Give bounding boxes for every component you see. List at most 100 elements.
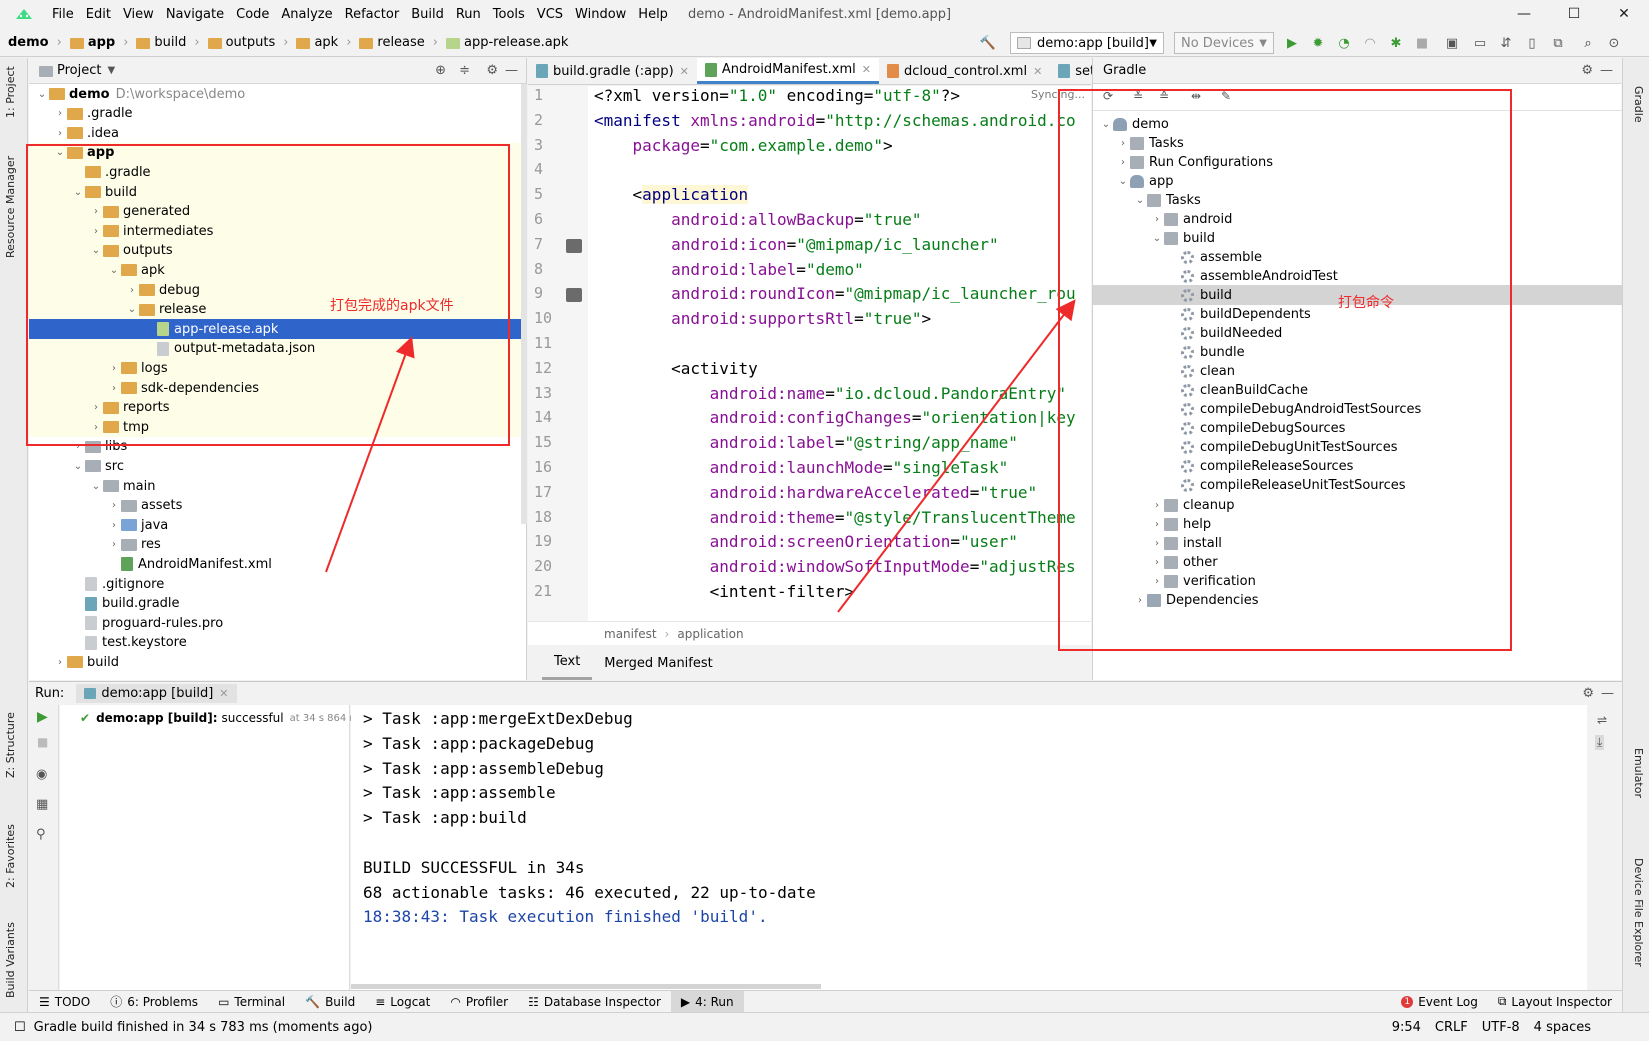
- tool-tab-run[interactable]: ▶ 4: Run: [670, 990, 744, 1013]
- maximize-button[interactable]: ☐: [1549, 0, 1599, 28]
- stop-icon[interactable]: ■: [1414, 35, 1430, 51]
- code-line[interactable]: <activity: [594, 359, 758, 378]
- project-tree-item-src[interactable]: ⌄ src: [29, 456, 527, 476]
- run-console-output[interactable]: > Task :app:mergeExtDexDebug > Task :app:…: [351, 705, 1587, 990]
- project-panel-title[interactable]: Project: [57, 63, 101, 78]
- hide-panel-icon[interactable]: —: [1600, 63, 1613, 78]
- tool-tab-database-inspector[interactable]: ☷ Database Inspector: [518, 991, 671, 1013]
- project-tree-item-androidmanifest-xml[interactable]: AndroidManifest.xml: [29, 554, 527, 574]
- breadcrumb-apk-file[interactable]: app-release.apk: [438, 35, 568, 50]
- tool-tab-logcat[interactable]: ≡ Logcat: [365, 991, 440, 1013]
- breadcrumb-apk[interactable]: apk ›: [288, 35, 351, 50]
- apply-changes-icon[interactable]: ✱: [1388, 35, 1404, 51]
- collapse-all-icon[interactable]: ≑: [459, 63, 470, 78]
- settings-gear-icon[interactable]: ⚙: [486, 63, 498, 78]
- search-icon[interactable]: ⌕: [1580, 35, 1596, 51]
- locate-file-icon[interactable]: ⊕: [435, 63, 446, 78]
- breadcrumb-demo[interactable]: demo ›: [0, 35, 62, 50]
- run-configuration-dropdown[interactable]: demo:app [build] ▼: [1010, 32, 1164, 54]
- code-line[interactable]: android:windowSoftInputMode="adjustRes: [594, 557, 1076, 576]
- breadcrumb-build[interactable]: build ›: [128, 35, 200, 50]
- avd-manager-icon[interactable]: ▭: [1472, 35, 1488, 51]
- pin-icon[interactable]: ⚲: [36, 827, 46, 842]
- menu-help[interactable]: Help: [632, 7, 674, 22]
- tool-tab-structure[interactable]: Z: Structure: [4, 712, 17, 778]
- project-scrollbar[interactable]: [521, 84, 527, 524]
- breadcrumb-release[interactable]: release ›: [351, 35, 438, 50]
- project-tree-item-gradle[interactable]: › .gradle: [29, 104, 527, 124]
- code-editor[interactable]: 1 2 3 4 5 6 7 8 9 10 11 12 13 14 15 16 17 18 19 20 21 <?xml …: [528, 86, 1091, 621]
- menu-edit[interactable]: Edit: [80, 7, 117, 22]
- code-line[interactable]: android:theme="@style/TranslucentTheme: [594, 508, 1076, 527]
- project-tree-item-idea[interactable]: › .idea: [29, 123, 527, 143]
- device-manager-icon[interactable]: ▯: [1524, 35, 1540, 51]
- tool-tab-gradle[interactable]: Gradle: [1632, 86, 1645, 123]
- project-tree-item-main[interactable]: ⌄ main: [29, 476, 527, 496]
- tab-text[interactable]: Text: [542, 646, 593, 680]
- project-tree-item-demo[interactable]: ⌄ demo D:\workspace\demo: [29, 84, 527, 104]
- project-tree-item-gitignore[interactable]: .gitignore: [29, 574, 527, 594]
- tool-tab-emulator[interactable]: Emulator: [1632, 748, 1645, 798]
- line-separator[interactable]: CRLF: [1435, 1020, 1468, 1035]
- run-tree-item[interactable]: ✔ demo:app [build]: successful at 34 s 8…: [80, 711, 364, 725]
- eye-icon[interactable]: ◉: [36, 767, 47, 782]
- indent-setting[interactable]: 4 spaces: [1534, 1020, 1591, 1035]
- breadcrumb-app[interactable]: app ›: [62, 35, 128, 50]
- close-tab-icon[interactable]: ✕: [680, 65, 689, 78]
- code-line[interactable]: package="com.example.demo">: [594, 136, 893, 155]
- tool-tab-todo[interactable]: ☰ TODO: [29, 991, 100, 1013]
- tool-tab-project[interactable]: 1: Project: [4, 66, 17, 118]
- project-tree-item-res[interactable]: › res: [29, 535, 527, 555]
- chevron-down-icon[interactable]: ⌄: [35, 89, 49, 100]
- profile-icon[interactable]: ◔: [1336, 35, 1352, 51]
- project-tree-item-java[interactable]: › java: [29, 515, 527, 535]
- code-line[interactable]: <manifest xmlns:android="http://schemas.…: [594, 111, 1076, 130]
- breadcrumb-manifest[interactable]: manifest: [604, 627, 657, 641]
- tool-tab-device-file-explorer[interactable]: Device File Explorer: [1632, 858, 1645, 967]
- menu-vcs[interactable]: VCS: [531, 7, 569, 22]
- chevron-right-icon[interactable]: ›: [107, 539, 121, 550]
- tool-tab-build[interactable]: 🔨 Build: [295, 991, 365, 1013]
- hide-panel-icon[interactable]: —: [1601, 686, 1614, 701]
- breadcrumb-application[interactable]: application: [677, 627, 743, 641]
- project-tree-item-test-keystore[interactable]: test.keystore: [29, 633, 527, 653]
- menu-run[interactable]: Run: [450, 7, 487, 22]
- menu-refactor[interactable]: Refactor: [339, 7, 406, 22]
- menu-navigate[interactable]: Navigate: [160, 7, 230, 22]
- attach-debugger-icon[interactable]: ◠: [1362, 35, 1378, 51]
- make-project-hammer-icon[interactable]: 🔨: [980, 35, 996, 51]
- tool-tab-terminal[interactable]: ▭ Terminal: [208, 991, 295, 1013]
- editor-tab-android-manifest[interactable]: AndroidManifest.xml ✕: [696, 58, 879, 84]
- file-encoding[interactable]: UTF-8: [1482, 1020, 1520, 1035]
- editor-tab-dcloud-control[interactable]: dcloud_control.xml ✕: [879, 58, 1050, 84]
- sdk-manager-icon[interactable]: ⇵: [1498, 35, 1514, 51]
- tool-tab-favorites[interactable]: 2: Favorites: [4, 824, 17, 888]
- chevron-right-icon[interactable]: ›: [53, 657, 67, 668]
- image-preview-icon[interactable]: [566, 288, 582, 303]
- device-selector-dropdown[interactable]: No Devices ▼: [1174, 32, 1274, 54]
- menu-build[interactable]: Build: [405, 7, 450, 22]
- run-tab-demo-app-build[interactable]: demo:app [build] ✕: [76, 684, 237, 703]
- menu-view[interactable]: View: [117, 7, 160, 22]
- rerun-icon[interactable]: ▶: [37, 709, 48, 725]
- menu-code[interactable]: Code: [230, 7, 275, 22]
- project-tree-item-proguard-rules-pro[interactable]: proguard-rules.pro: [29, 613, 527, 633]
- code-line[interactable]: android:configChanges="orientation|key: [594, 408, 1076, 427]
- menu-tools[interactable]: Tools: [487, 7, 531, 22]
- tool-tab-build-variants[interactable]: Build Variants: [4, 922, 17, 998]
- project-tree-item-assets[interactable]: › assets: [29, 496, 527, 516]
- editor-tab-build-gradle[interactable]: build.gradle (:app) ✕: [528, 58, 697, 84]
- tool-tab-event-log[interactable]: 1 Event Log: [1391, 991, 1488, 1013]
- code-line[interactable]: android:icon="@mipmap/ic_launcher": [594, 235, 999, 254]
- tab-merged-manifest[interactable]: Merged Manifest: [592, 646, 724, 680]
- close-window-button[interactable]: ✕: [1599, 0, 1649, 28]
- chevron-right-icon[interactable]: ›: [107, 520, 121, 531]
- close-tab-icon[interactable]: ✕: [1033, 65, 1042, 78]
- code-line[interactable]: android:supportsRtl="true">: [594, 309, 931, 328]
- menu-file[interactable]: File: [46, 7, 80, 22]
- tool-tab-problems[interactable]: ⓘ 6: Problems: [100, 991, 208, 1013]
- tool-tab-resource-manager[interactable]: Resource Manager: [4, 156, 17, 258]
- code-line[interactable]: android:launchMode="singleTask": [594, 458, 1009, 477]
- code-line[interactable]: android:allowBackup="true": [594, 210, 921, 229]
- chevron-right-icon[interactable]: ›: [107, 500, 121, 511]
